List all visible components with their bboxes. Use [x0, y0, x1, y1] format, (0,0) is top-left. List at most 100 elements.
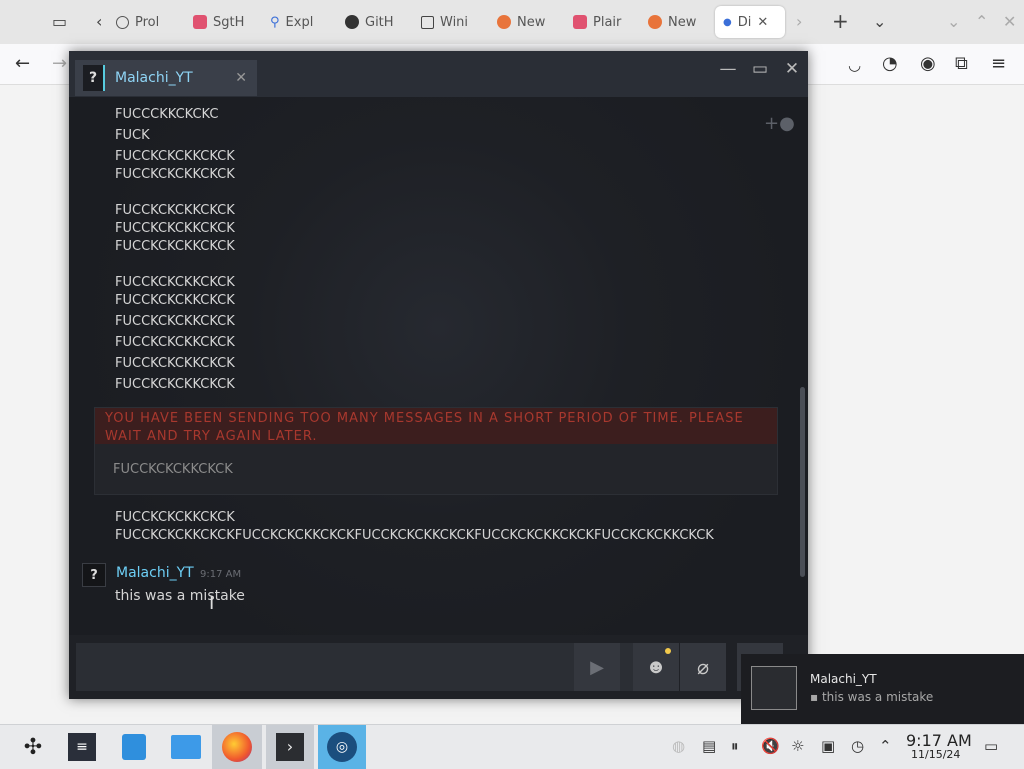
message-input[interactable]: [76, 643, 642, 691]
browser-tab[interactable]: New: [648, 6, 696, 38]
invite-friend-icon[interactable]: +●: [764, 113, 795, 134]
browser-tab-label: Di: [737, 14, 752, 30]
close-icon[interactable]: ✕: [780, 59, 804, 79]
browser-tab[interactable]: New: [497, 6, 545, 38]
smiley-icon: ☻: [645, 655, 667, 678]
browser-tab[interactable]: Plair: [573, 6, 621, 38]
avatar[interactable]: ?: [82, 563, 106, 587]
chat-message: FUCCKCKCKKCKCK: [115, 149, 235, 164]
message-timestamp: 9:17 AM: [200, 569, 242, 580]
chat-message: FUCCKCKCKKCKCK: [115, 239, 235, 254]
wikipedia-icon: [421, 15, 434, 29]
clipboard-icon[interactable]: ▤: [702, 737, 716, 755]
chat-message: FUCCKCKCKKCKCK: [115, 221, 235, 236]
avatar: ?: [83, 65, 105, 91]
browser-tab[interactable]: Wini: [421, 6, 468, 38]
chat-message-area[interactable]: +● FUCCCKKCKCKC FUCK FUCCKCKCKKCKCK FUCC…: [69, 97, 808, 635]
browser-tab-label: New: [517, 14, 546, 30]
search-icon: ⚲: [270, 14, 280, 30]
browser-tab-label: Expl: [285, 14, 314, 30]
close-icon[interactable]: ✕: [757, 15, 768, 30]
maximize-icon[interactable]: ⌃: [975, 12, 988, 31]
browser-tab-label: SgtH: [213, 14, 245, 30]
chevron-up-icon[interactable]: ⌃: [879, 737, 892, 755]
menu-icon[interactable]: ≡: [991, 53, 1006, 74]
message-author[interactable]: Malachi_YT: [116, 565, 194, 581]
extensions-icon[interactable]: ⧉: [955, 53, 968, 74]
new-badge-dot: [665, 648, 671, 654]
chat-message: FUCCKCKCKKCKCK: [115, 167, 235, 182]
browser-tab[interactable]: GitH: [345, 6, 394, 38]
storage-icon[interactable]: ▣: [821, 737, 835, 755]
steam-taskbar-icon[interactable]: ◎: [318, 725, 366, 769]
chat-message: FUCCKCKCKKCKCK: [115, 275, 235, 290]
system-settings-icon[interactable]: ≡: [64, 729, 100, 765]
browser-tab-label: Prol: [135, 14, 160, 30]
forward-arrow-icon[interactable]: →: [52, 53, 67, 74]
konsole-taskbar-icon[interactable]: ›: [266, 725, 314, 769]
new-tab-icon[interactable]: +: [832, 9, 849, 33]
attach-button[interactable]: ⌀: [680, 643, 726, 691]
media-pause-icon[interactable]: ⏸: [731, 737, 739, 755]
browser-tab[interactable]: ⚲ Expl: [270, 6, 313, 38]
list-all-tabs-icon[interactable]: ⌄: [873, 12, 886, 31]
chat-message: FUCCKCKCKKCKCK: [115, 510, 235, 525]
chat-message: FUCCCKKCKCKC: [115, 107, 219, 122]
info-icon: [116, 15, 129, 29]
firefox-icon: [648, 15, 662, 29]
rate-limit-notice: YOU HAVE BEEN SENDING TOO MANY MESSAGES …: [94, 407, 778, 495]
youtube-icon: [573, 15, 587, 29]
rate-limit-header: YOU HAVE BEEN SENDING TOO MANY MESSAGES …: [95, 408, 777, 444]
browser-tab-bar: ▭ ‹ Prol SgtH ⚲ Expl GitH Wini New Plair…: [0, 0, 1024, 45]
browser-tab[interactable]: SgtH: [193, 6, 244, 38]
network-icon[interactable]: ◷: [851, 737, 864, 755]
browser-tab[interactable]: Prol: [116, 6, 159, 38]
chat-message: FUCCKCKCKKCKCK: [115, 356, 235, 371]
sync-icon[interactable]: ◔: [882, 53, 898, 74]
chat-message: FUCCKCKCKKCKCK: [115, 203, 235, 218]
chat-message: this was a mistake: [115, 588, 245, 604]
close-icon[interactable]: ✕: [235, 70, 247, 86]
send-button[interactable]: ▶: [574, 643, 620, 691]
chat-tab[interactable]: ? Malachi_YT ✕: [75, 60, 257, 96]
chat-titlebar[interactable]: ? Malachi_YT ✕ — ▭ ✕: [69, 51, 808, 97]
minimize-icon[interactable]: ⌄: [947, 12, 960, 31]
firefox-taskbar-icon[interactable]: [212, 725, 262, 769]
account-icon[interactable]: ◉: [920, 53, 936, 74]
scrollbar[interactable]: [800, 387, 805, 577]
rate-limit-warning: YOU HAVE BEEN SENDING TOO MANY MESSAGES …: [105, 411, 744, 444]
emoticon-button[interactable]: ☻: [633, 643, 679, 691]
chat-notification[interactable]: Malachi_YT ▪ this was a mistake: [741, 654, 1024, 724]
text-cursor-icon: I: [209, 593, 215, 614]
chat-message: FUCCKCKCKKCKCK: [115, 377, 235, 392]
tabs-scroll-left-icon[interactable]: ‹: [96, 12, 102, 31]
show-desktop-icon[interactable]: ▭: [984, 737, 998, 755]
volume-muted-icon[interactable]: 🔇: [761, 737, 780, 755]
chat-message: FUCCKCKCKKCKCK: [115, 335, 235, 350]
pocket-icon[interactable]: ◡: [848, 56, 861, 74]
chat-message: FUCCKCKCKKCKCK: [115, 314, 235, 329]
steam-tray-icon[interactable]: ◍: [672, 737, 685, 755]
notification-message-text: this was a mistake: [821, 690, 934, 704]
chat-message: FUCCKCKCKKCKCK: [115, 293, 235, 308]
tab-overview-icon[interactable]: ▭: [52, 12, 67, 31]
browser-tab-label: Wini: [440, 14, 469, 30]
paperclip-icon: ⌀: [696, 656, 710, 679]
send-icon: ▶: [590, 656, 604, 677]
notification-avatar: [751, 666, 797, 710]
clock-date[interactable]: 11/15/24: [911, 748, 960, 761]
youtube-icon: [193, 15, 207, 29]
tabs-scroll-right-icon[interactable]: ›: [796, 12, 802, 31]
brightness-icon[interactable]: ☼: [791, 737, 804, 755]
discover-store-icon[interactable]: [116, 729, 152, 765]
browser-tab-active[interactable]: ● Di ✕: [715, 6, 785, 38]
minimize-icon[interactable]: —: [716, 59, 740, 79]
file-manager-icon[interactable]: [168, 729, 204, 765]
close-window-icon[interactable]: ✕: [1003, 12, 1016, 31]
browser-tab-label: GitH: [365, 14, 394, 30]
chat-message: FUCCKCKCKKCKCKFUCCKCKCKKCKCKFUCCKCKCKKCK…: [115, 528, 714, 543]
chat-footer: ▶ ☻ ⌀: [69, 635, 808, 699]
back-arrow-icon[interactable]: ←: [15, 53, 30, 74]
application-launcher-icon[interactable]: ✣: [15, 729, 51, 765]
maximize-icon[interactable]: ▭: [748, 59, 772, 79]
